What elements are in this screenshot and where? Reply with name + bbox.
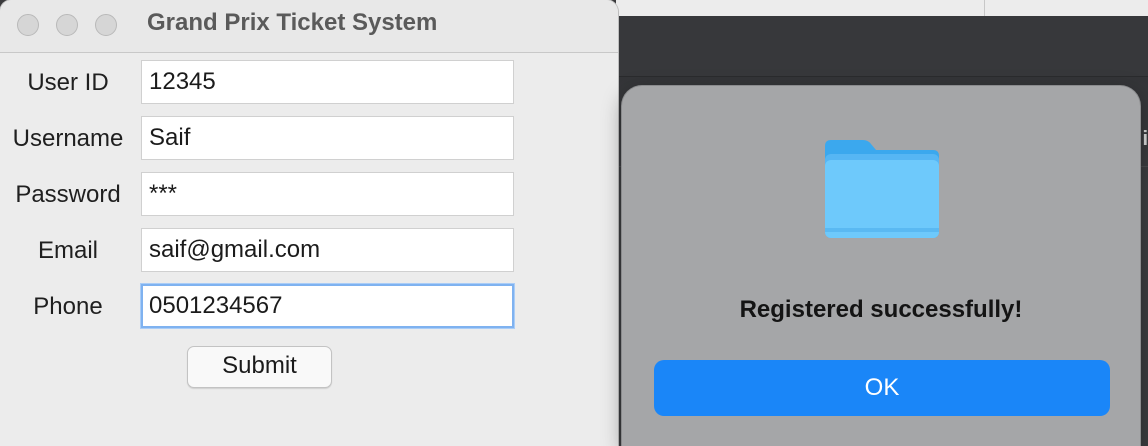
email-row: Email saif@gmail.com (0, 228, 618, 274)
user-id-label: User ID (27, 69, 109, 96)
alert-dialog: Registered successfully! OK (622, 86, 1140, 446)
email-label: Email (37, 237, 98, 264)
password-label: Password (15, 181, 121, 208)
zoom-button[interactable] (95, 14, 117, 36)
username-label: Username (12, 125, 124, 152)
user-id-input[interactable]: 12345 (141, 60, 514, 104)
background-toolbar (616, 16, 1148, 77)
dialog-message: Registered successfully! (739, 296, 1023, 323)
ok-button[interactable]: OK (654, 360, 1110, 416)
username-input[interactable]: Saif (141, 116, 514, 160)
password-input[interactable]: *** (141, 172, 514, 216)
username-row: Username Saif (0, 116, 618, 162)
close-button[interactable] (17, 14, 39, 36)
submit-button[interactable]: Submit (187, 346, 332, 388)
window-title: Grand Prix Ticket System (147, 9, 438, 36)
folder-icon (825, 140, 939, 238)
background-divider (984, 0, 985, 16)
title-bar[interactable]: Grand Prix Ticket System (0, 0, 618, 53)
phone-input[interactable]: 0501234567 (141, 284, 514, 328)
user-id-row: User ID 12345 (0, 60, 618, 106)
password-row: Password *** (0, 172, 618, 218)
background-window-top (616, 0, 1148, 17)
phone-label: Phone (33, 293, 103, 320)
email-input[interactable]: saif@gmail.com (141, 228, 514, 272)
phone-row: Phone 0501234567 (0, 284, 618, 330)
minimize-button[interactable] (56, 14, 78, 36)
background-edge-text: i (1142, 128, 1148, 150)
app-window: Grand Prix Ticket System User ID 12345 U… (0, 0, 618, 446)
